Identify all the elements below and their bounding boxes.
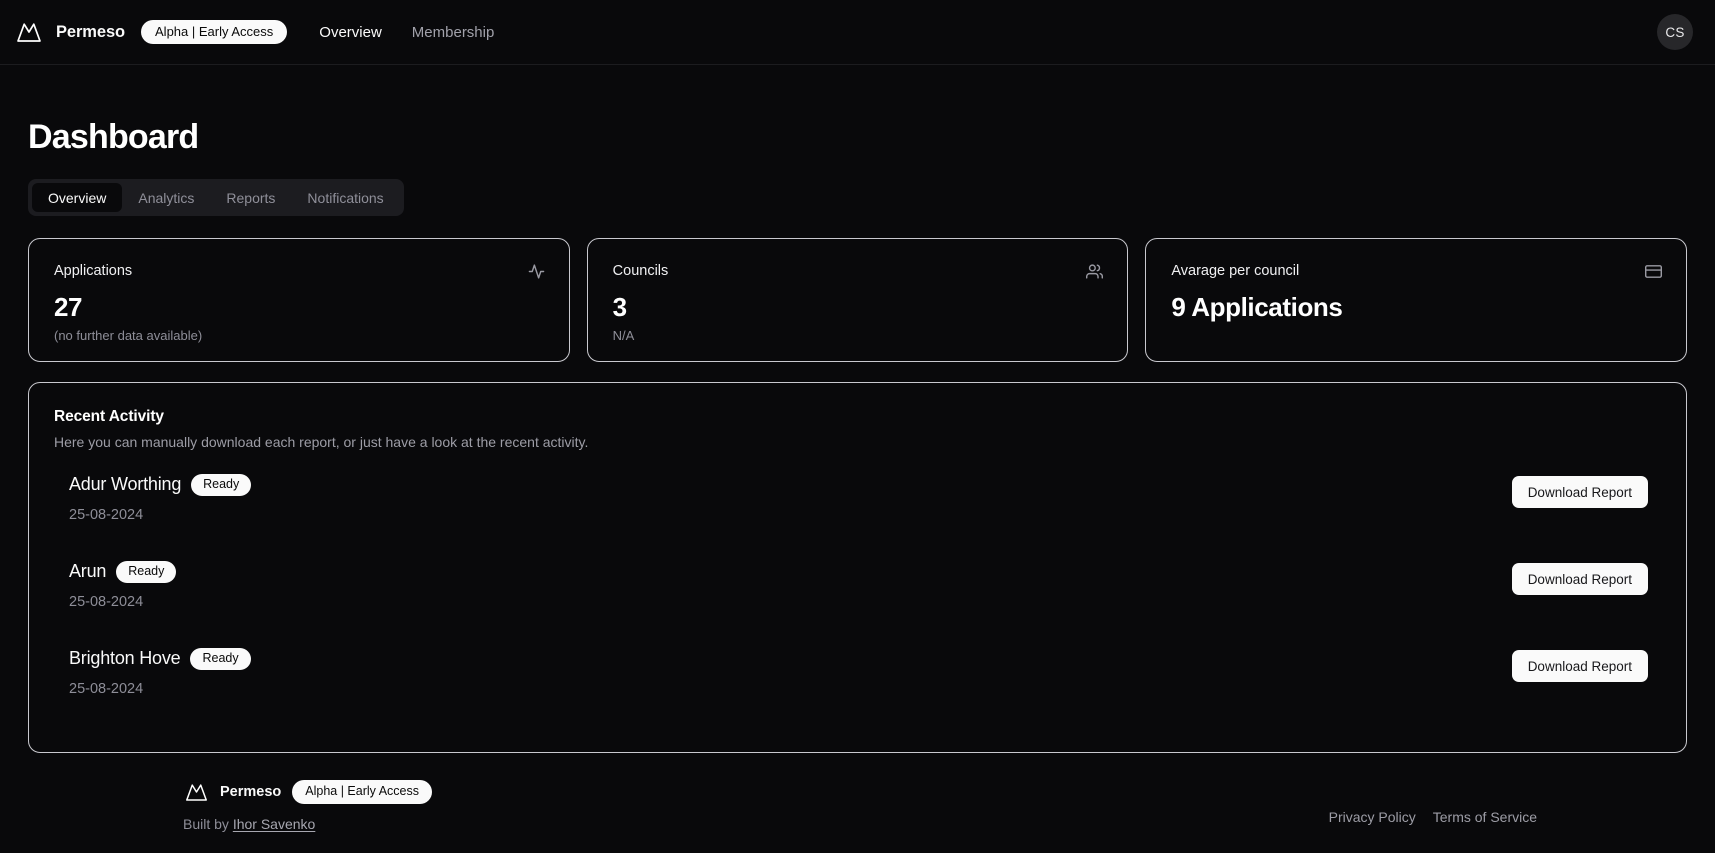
download-report-button[interactable]: Download Report [1511, 650, 1648, 682]
stat-card-header: Councils [613, 263, 1104, 280]
tab-overview[interactable]: Overview [32, 183, 123, 212]
nav-right-group: CS [1657, 14, 1693, 50]
stat-label: Avarage per council [1171, 263, 1300, 279]
stat-value: 9 Applications [1171, 292, 1343, 323]
activity-row-top: Adur Worthing Ready [69, 474, 252, 496]
tab-reports[interactable]: Reports [210, 183, 291, 212]
stat-sub: N/A [612, 327, 635, 343]
footer-links: Privacy Policy Terms of Service [1329, 779, 1687, 825]
activity-row-main: Brighton Hove Ready 25-08-2024 [69, 648, 251, 697]
stat-card-header: Applications [54, 263, 545, 280]
status-badge: Ready [190, 648, 251, 670]
users-icon [1086, 263, 1104, 280]
footer-link-terms-of-service[interactable]: Terms of Service [1433, 809, 1537, 825]
download-report-button[interactable]: Download Report [1511, 476, 1648, 508]
stat-value: 3 [612, 292, 627, 323]
avatar[interactable]: CS [1657, 14, 1693, 50]
activity-list: Adur Worthing Ready 25-08-2024 Download … [54, 474, 1662, 711]
download-report-button[interactable]: Download Report [1511, 563, 1648, 595]
stat-card-header: Avarage per council [1171, 263, 1663, 280]
recent-activity-panel: Recent Activity Here you can manually do… [28, 382, 1687, 753]
nav-links: Overview Membership [319, 25, 494, 40]
tab-bar: Overview Analytics Reports Notifications [28, 179, 404, 216]
status-badge: Ready [191, 474, 252, 496]
footer-left-group: Permeso Alpha | Early Access Built by Ih… [28, 779, 432, 832]
stat-card-applications: Applications 27 (no further data availab… [28, 238, 570, 362]
top-navigation-bar: Permeso Alpha | Early Access Overview Me… [0, 0, 1715, 65]
built-by-author-link[interactable]: Ihor Savenko [233, 816, 316, 832]
nav-link-membership[interactable]: Membership [412, 25, 495, 40]
activity-date: 25-08-2024 [69, 506, 144, 523]
activity-row-main: Arun Ready 25-08-2024 [69, 561, 177, 610]
tab-notifications[interactable]: Notifications [291, 183, 399, 212]
activity-row: Brighton Hove Ready 25-08-2024 Download … [54, 648, 1662, 711]
activity-date: 25-08-2024 [69, 593, 144, 610]
activity-council-name: Adur Worthing [69, 474, 182, 494]
footer-link-privacy-policy[interactable]: Privacy Policy [1329, 809, 1416, 825]
activity-row: Arun Ready 25-08-2024 Download Report [54, 561, 1662, 624]
activity-council-name: Brighton Hove [69, 648, 181, 668]
tab-analytics[interactable]: Analytics [122, 183, 210, 212]
alpha-early-access-badge: Alpha | Early Access [141, 20, 288, 44]
activity-council-name: Arun [69, 561, 107, 581]
page-content: Dashboard Overview Analytics Reports Not… [0, 118, 1715, 753]
stat-cards-row: Applications 27 (no further data availab… [28, 238, 1688, 362]
footer-alpha-badge: Alpha | Early Access [292, 780, 432, 804]
activity-date: 25-08-2024 [69, 680, 144, 697]
brand-name: Permeso [56, 22, 126, 41]
activity-row-top: Arun Ready [69, 561, 177, 583]
page-footer: Permeso Alpha | Early Access Built by Ih… [0, 779, 1715, 832]
footer-brand-name: Permeso [220, 784, 282, 800]
recent-activity-description: Here you can manually download each repo… [54, 434, 589, 450]
built-by-text: Built by Ihor Savenko [183, 816, 432, 832]
activity-row: Adur Worthing Ready 25-08-2024 Download … [54, 474, 1662, 537]
built-by-prefix: Built by [183, 816, 233, 832]
activity-pulse-icon [528, 263, 545, 280]
credit-card-icon [1645, 263, 1663, 280]
page-title: Dashboard [28, 118, 199, 156]
nav-link-overview[interactable]: Overview [319, 25, 382, 40]
stat-card-average-per-council: Avarage per council 9 Applications [1145, 238, 1688, 362]
mountain-logo-icon[interactable] [14, 17, 44, 47]
stat-label: Councils [612, 263, 669, 279]
recent-activity-title: Recent Activity [54, 408, 164, 425]
stat-sub: (no further data available) [54, 327, 203, 343]
stat-value: 27 [54, 292, 83, 323]
mountain-logo-icon [183, 779, 209, 805]
stat-card-councils: Councils 3 N/A [586, 238, 1129, 362]
activity-row-top: Brighton Hove Ready [69, 648, 251, 670]
stat-label: Applications [54, 263, 133, 279]
footer-brand-row: Permeso Alpha | Early Access [183, 779, 432, 805]
status-badge: Ready [116, 561, 177, 583]
activity-row-main: Adur Worthing Ready 25-08-2024 [69, 474, 252, 523]
nav-left-group: Permeso Alpha | Early Access Overview Me… [14, 17, 494, 47]
